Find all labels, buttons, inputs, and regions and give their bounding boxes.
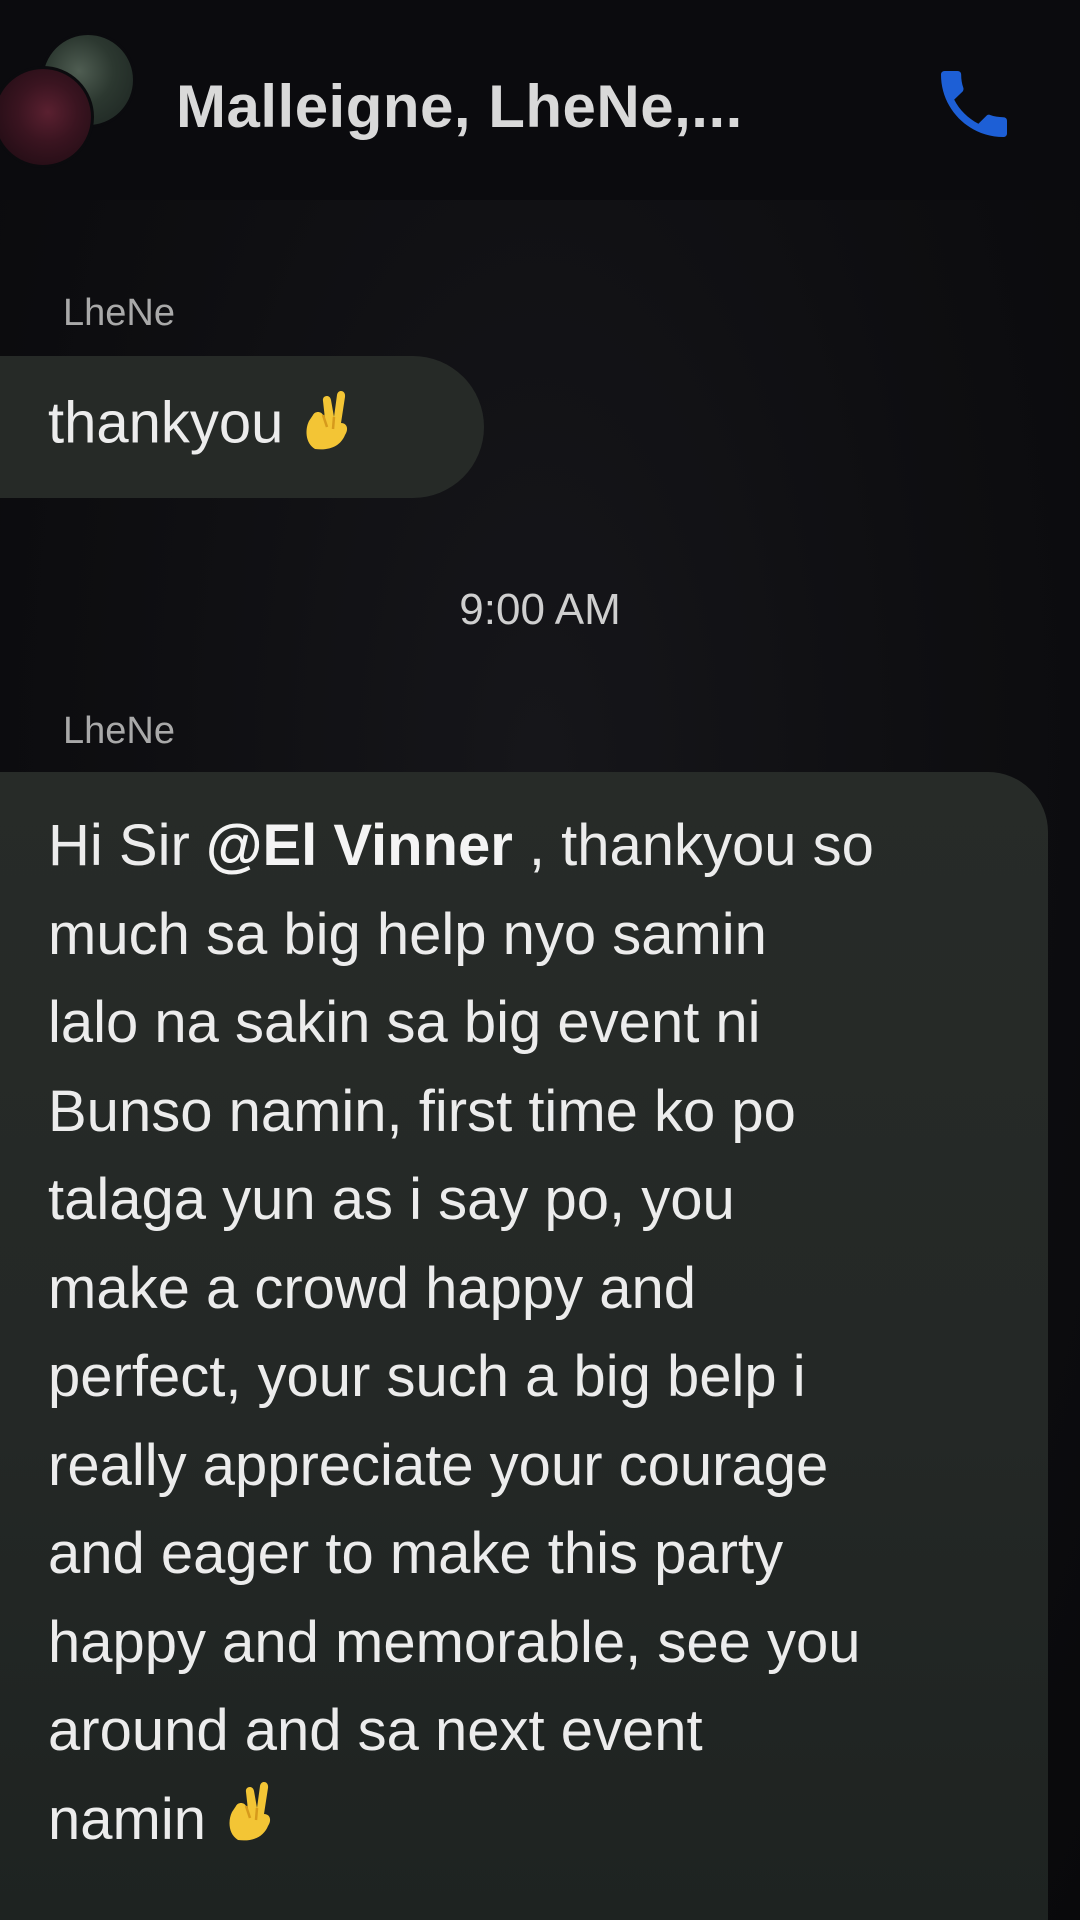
call-button[interactable] bbox=[928, 58, 1020, 150]
phone-icon bbox=[941, 71, 1007, 137]
crossed-fingers-icon bbox=[224, 1779, 276, 1868]
conversation-title[interactable]: Malleigne, LheNe,... bbox=[176, 72, 743, 141]
crossed-fingers-icon bbox=[301, 389, 353, 465]
message-bubble[interactable]: thankyou bbox=[0, 356, 484, 498]
message-bubble[interactable]: Hi Sir @El Vinner , thankyou so much sa b… bbox=[0, 772, 1048, 1920]
sender-name: LheNe bbox=[63, 292, 175, 334]
avatar bbox=[0, 66, 94, 168]
group-avatar[interactable] bbox=[0, 30, 136, 180]
message-text: thankyou bbox=[0, 389, 353, 465]
message-text: Hi Sir @El Vinner , thankyou so much sa b… bbox=[48, 802, 1018, 1867]
chat-screen: Malleigne, LheNe,... - - - - - - LheNe t… bbox=[0, 0, 1080, 1920]
user-mention[interactable]: @El Vinner bbox=[206, 813, 513, 878]
message-timestamp: 9:00 AM bbox=[459, 585, 621, 634]
clipped-timestamp: - - - - - - bbox=[440, 192, 640, 212]
chat-header: Malleigne, LheNe,... bbox=[0, 0, 1080, 200]
sender-name: LheNe bbox=[63, 710, 175, 752]
